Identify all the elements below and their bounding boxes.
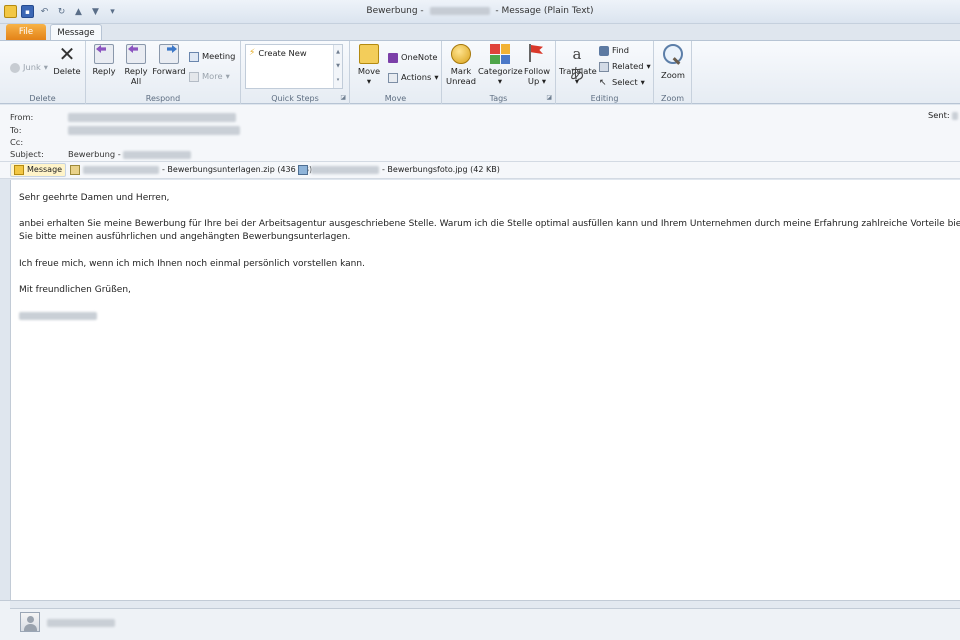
categorize-button[interactable]: Categorize ▾ [478, 44, 523, 86]
binoculars-icon [599, 45, 609, 56]
meeting-icon [189, 51, 199, 62]
attachment-jpg[interactable]: - Bewerbungsfoto.jpg (42 KB) [298, 163, 500, 177]
delete-icon: ✕ [58, 42, 76, 66]
window-title: Bewerbung - - Message (Plain Text) [366, 6, 594, 16]
meeting-button[interactable]: Meeting [189, 51, 235, 62]
zoom-button[interactable]: Zoom [658, 44, 688, 80]
envelope-icon [14, 165, 24, 175]
forward-button[interactable]: Forward [152, 44, 186, 76]
reply-icon [94, 44, 114, 64]
redacted-subject-name [123, 150, 192, 159]
editing-group: aあ Translate ▾ Find Related ▾ ↖ Select ▾ E… [556, 41, 654, 104]
related-button[interactable]: Related ▾ [599, 61, 651, 72]
ribbon: Junk ▾ ✕ Delete Delete Reply Reply All Fo… [0, 40, 960, 104]
greeting: Sehr geehrte Damen und Herren, [19, 193, 170, 203]
lightning-icon: ⚡ [249, 48, 256, 58]
forward-icon [159, 44, 179, 64]
cc-row: Cc: [10, 137, 24, 147]
image-file-icon [298, 165, 308, 175]
delete-group: Junk ▾ ✕ Delete Delete [0, 41, 86, 104]
onenote-icon [388, 52, 398, 63]
contact-name[interactable] [47, 618, 115, 628]
to-value[interactable] [68, 124, 240, 136]
ribbon-tabs: File Message [0, 24, 960, 41]
subject-row: Subject: Bewerbung - [10, 148, 192, 160]
onenote-button[interactable]: OneNote [388, 52, 438, 63]
tab-message[interactable]: Message [50, 24, 102, 41]
actions-icon [388, 72, 398, 83]
from-value[interactable] [68, 111, 236, 123]
redacted-sender-name [429, 6, 490, 15]
signature [19, 310, 97, 323]
quick-steps-group: ⚡ Create New ▲ ▼ ▾ Quick Steps ◪ [241, 41, 350, 104]
paragraph-1-line-2: Sie bitte meinen ausführlichen und angeh… [19, 232, 351, 242]
related-icon [599, 61, 609, 72]
attachment-zip[interactable]: - Bewerbungsunterlagen.zip (436 KB) [70, 163, 312, 177]
quick-step-create-new[interactable]: ⚡ Create New [249, 48, 307, 58]
redacted-to [68, 126, 240, 135]
quick-steps-gallery: ⚡ Create New ▲ ▼ ▾ [245, 44, 343, 89]
find-button[interactable]: Find [599, 45, 629, 56]
redacted-jpg-owner [311, 166, 379, 174]
mark-unread-button[interactable]: Mark Unread [446, 44, 476, 86]
attachment-bar: Message - Bewerbungsunterlagen.zip (436 … [0, 162, 960, 179]
zip-file-icon [70, 165, 80, 175]
mark-unread-icon [451, 44, 471, 64]
zoom-group: Zoom Zoom [654, 41, 692, 104]
subject-value: Bewerbung - [68, 148, 192, 160]
move-group: Move ▾ OneNote Actions ▾ Move [350, 41, 442, 104]
title-bar: ▪ ↶ ↻ ▲ ▼ ▾ Bewerbung - - Message (Plain… [0, 0, 960, 24]
redacted-from [68, 113, 236, 122]
people-pane-divider[interactable] [10, 601, 960, 609]
redacted-contact-name [47, 618, 115, 627]
reply-button[interactable]: Reply [90, 44, 118, 76]
move-folder-icon [359, 44, 379, 64]
categorize-icon [490, 44, 510, 64]
people-pane [0, 600, 960, 640]
message-header: From: To: Cc: Subject: Bewerbung - [0, 105, 960, 162]
more-icon [189, 71, 199, 82]
redacted-signature [19, 311, 97, 320]
redacted-zip-owner [83, 166, 159, 174]
quick-steps-launcher-icon[interactable]: ◪ [340, 94, 346, 101]
contact-avatar[interactable] [20, 612, 40, 632]
move-button[interactable]: Move ▾ [356, 44, 382, 86]
to-row: To: [10, 124, 240, 136]
actions-button[interactable]: Actions ▾ [388, 72, 438, 83]
junk-button[interactable]: Junk ▾ [10, 62, 48, 73]
quick-steps-scroller[interactable]: ▲ ▼ ▾ [333, 45, 342, 88]
translate-button[interactable]: aあ Translate ▾ [559, 44, 597, 86]
cursor-icon: ↖ [599, 77, 607, 88]
translate-icon: aあ [569, 45, 585, 83]
junk-icon [10, 62, 20, 73]
paragraph-2: Ich freue mich, wenn ich mich Ihnen noch… [19, 259, 365, 269]
flag-icon [527, 44, 547, 64]
respond-group: Reply Reply All Forward Meeting More ▾ Re… [86, 41, 241, 104]
follow-up-button[interactable]: Follow Up ▾ [522, 44, 552, 86]
magnifier-icon [663, 44, 683, 64]
closing: Mit freundlichen Grüßen, [19, 285, 131, 295]
tags-launcher-icon[interactable]: ◪ [546, 94, 552, 101]
reply-all-button[interactable]: Reply All [122, 44, 150, 86]
reply-all-icon [126, 44, 146, 64]
tab-file[interactable]: File [6, 24, 46, 41]
sent-label: Sent: [928, 110, 959, 120]
tags-group: Mark Unread Categorize ▾ Follow Up ▾ Tag… [442, 41, 556, 104]
delete-button[interactable]: ✕ Delete [52, 44, 82, 76]
paragraph-1-line-1: anbei erhalten Sie meine Bewerbung für I… [19, 219, 960, 229]
redacted-sent-date [952, 111, 959, 120]
message-body[interactable]: Sehr geehrte Damen und Herren, anbei erh… [10, 180, 960, 600]
more-respond-button[interactable]: More ▾ [189, 71, 230, 82]
message-attachment-tab[interactable]: Message [10, 163, 67, 177]
from-row: From: [10, 111, 236, 123]
select-button[interactable]: ↖ Select ▾ [599, 77, 645, 88]
